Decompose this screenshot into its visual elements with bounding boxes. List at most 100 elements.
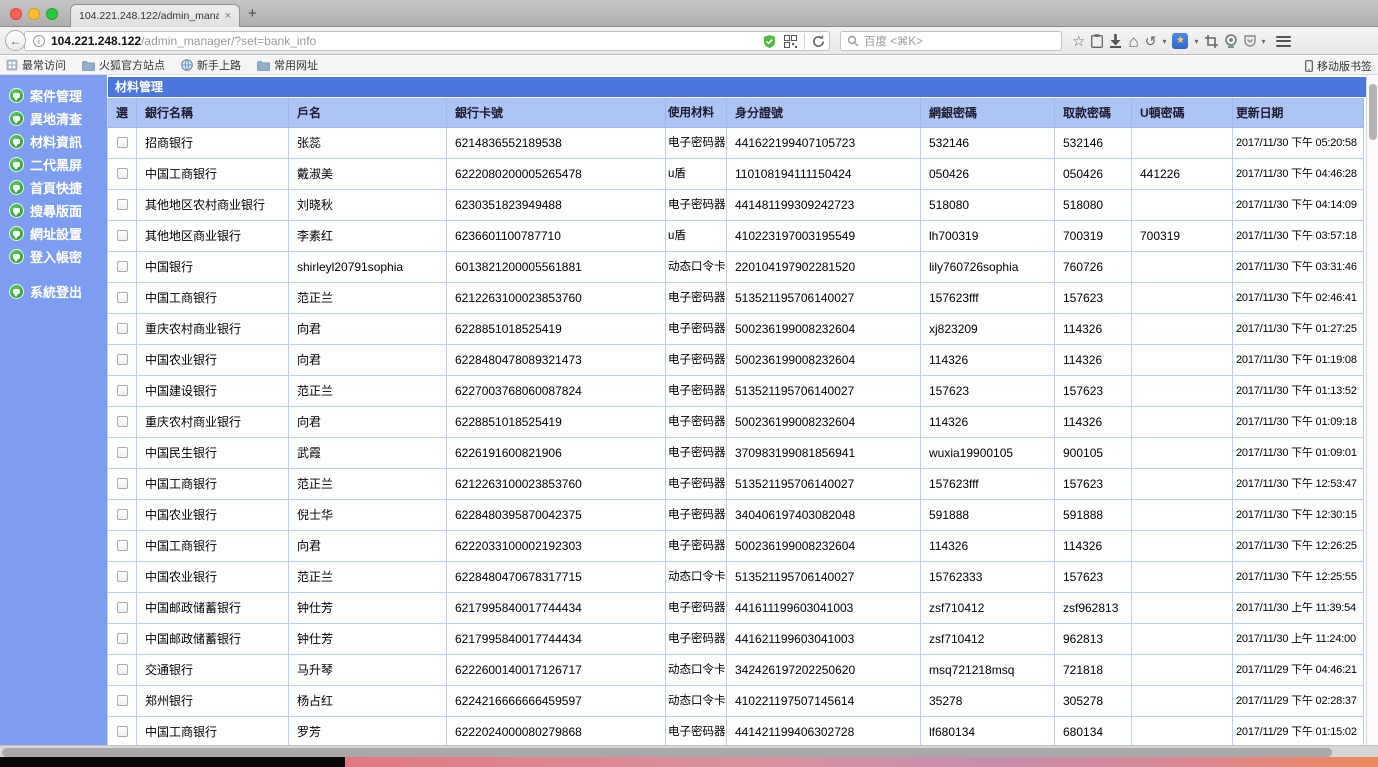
row-checkbox[interactable] (116, 664, 128, 675)
cell-ushield_pw (1132, 469, 1233, 500)
sidebar: 案件管理異地清查材料資訊 二代黑屏 首頁快捷 搜尋版面網址設置登入帳密系統登出 (0, 75, 107, 757)
bookmark-item[interactable]: 火狐官方站点 (82, 57, 165, 73)
cell-material: 电子密码器 (666, 376, 727, 407)
sidebar-logout[interactable]: 系統登出 (0, 280, 107, 303)
bookmark-label: 常用网址 (274, 60, 318, 72)
sidebar-item-label: 異地清查 (30, 112, 83, 127)
row-checkbox[interactable] (116, 354, 128, 365)
back-button[interactable]: ← (5, 30, 26, 51)
new-tab-button[interactable]: + (248, 5, 257, 22)
cell-bank: 中国邮政储蓄银行 (137, 624, 289, 655)
tab-close-icon[interactable]: × (225, 10, 231, 22)
bookmark-star-icon[interactable]: ☆ (1072, 34, 1085, 49)
cell-ushield_pw (1132, 500, 1233, 531)
window-minimize-button[interactable] (28, 8, 40, 20)
cell-net_pw: zsf710412 (921, 593, 1055, 624)
cell-updated: 2017/11/30 下午 03:31:46 (1233, 252, 1364, 283)
sidebar-item-5[interactable]: 首頁快捷 (0, 176, 107, 199)
column-header: 選 (107, 98, 137, 128)
sidebar-item-1[interactable]: 案件管理 (0, 84, 107, 107)
cell-card: 6228480478089321473 (447, 345, 666, 376)
pocket-icon[interactable] (1243, 35, 1256, 47)
cell-updated: 2017/11/29 下午 02:28:37 (1233, 686, 1364, 717)
row-checkbox[interactable] (116, 695, 128, 706)
sidebar-item-3[interactable]: 材料資訊 (0, 130, 107, 153)
home-icon[interactable]: ⌂ (1128, 33, 1138, 50)
row-checkbox[interactable] (116, 261, 128, 272)
bookmark-item[interactable]: 最常访问 (6, 57, 66, 73)
shield-extension-icon[interactable] (762, 34, 777, 49)
row-checkbox[interactable] (116, 416, 128, 427)
cell-draw_pw: 157623 (1055, 376, 1132, 407)
row-checkbox[interactable] (116, 230, 128, 241)
folder-icon (82, 60, 95, 71)
sidebar-item-2[interactable]: 異地清查 (0, 107, 107, 130)
row-checkbox[interactable] (116, 633, 128, 644)
mobile-bookmarks-item[interactable]: 移动版书签 (1305, 56, 1372, 75)
checkbox-cell (107, 438, 137, 469)
cell-id_no: 513521195706140027 (727, 376, 921, 407)
cell-draw_pw: 962813 (1055, 624, 1132, 655)
cell-holder: 范正兰 (289, 562, 447, 593)
cell-material: 电子密码器 (666, 190, 727, 221)
webcam-icon[interactable] (1224, 34, 1238, 48)
browser-tab[interactable]: 104.221.248.122/admin_manager × (70, 4, 240, 27)
menu-hamburger-icon[interactable] (1275, 35, 1291, 47)
row-checkbox[interactable] (116, 168, 128, 179)
row-checkbox[interactable] (116, 726, 128, 737)
cell-holder: 张蕊 (289, 128, 447, 159)
cell-holder: 向君 (289, 345, 447, 376)
cell-id_no: 220104197902281520 (727, 252, 921, 283)
row-checkbox[interactable] (116, 602, 128, 613)
browser-window: 104.221.248.122/admin_manager × + ← i 10… (0, 0, 1378, 767)
vertical-scrollbar[interactable] (1366, 75, 1378, 745)
proxy-extension-icon[interactable] (784, 34, 797, 48)
reload-icon[interactable] (812, 34, 825, 48)
row-checkbox[interactable] (116, 199, 128, 210)
overflow-caret-icon[interactable]: ▾ (1262, 37, 1266, 46)
cell-card: 6222080200005265478 (447, 159, 666, 190)
sync-history-icon[interactable]: ↺ (1145, 34, 1157, 48)
sync-history-caret-icon[interactable]: ▾ (1162, 37, 1166, 46)
comment-bubble-icon (9, 284, 24, 299)
search-input[interactable]: 百度 <⌘K> (840, 31, 1062, 51)
sidebar-item-8[interactable]: 登入帳密 (0, 245, 107, 268)
window-close-button[interactable] (10, 8, 22, 20)
sidebar-item-6[interactable]: 搜尋版面 (0, 199, 107, 222)
sidebar-item-4[interactable]: 二代黑屏 (0, 153, 107, 176)
downloads-icon[interactable] (1109, 34, 1122, 48)
bookmarks-bar: 最常访问 火狐官方站点 新手上路 常用网址 移动版书签 (0, 56, 1378, 75)
row-checkbox[interactable] (116, 292, 128, 303)
row-checkbox[interactable] (116, 385, 128, 396)
row-checkbox[interactable] (116, 323, 128, 334)
cell-draw_pw: 900105 (1055, 438, 1132, 469)
sidebar-item-label: 網址設置 (30, 227, 83, 242)
horizontal-scrollbar-thumb[interactable] (2, 747, 1332, 757)
row-checkbox[interactable] (116, 447, 128, 458)
cell-net_pw: 157623fff (921, 283, 1055, 314)
reading-list-icon[interactable] (1091, 34, 1104, 48)
page-info-icon[interactable]: i (33, 35, 45, 47)
bookmark-item[interactable]: 常用网址 (257, 57, 318, 73)
sidebar-item-7[interactable]: 網址設置 (0, 222, 107, 245)
window-zoom-button[interactable] (46, 8, 58, 20)
bookmarks-menu-icon[interactable]: ★ (1172, 33, 1189, 49)
cell-card: 6222024000080279868 (447, 717, 666, 748)
row-checkbox[interactable] (116, 137, 128, 148)
cell-bank: 招商银行 (137, 128, 289, 159)
screenshot-crop-icon[interactable] (1204, 34, 1218, 48)
cell-net_pw: xj823209 (921, 314, 1055, 345)
cell-updated: 2017/11/30 下午 02:46:41 (1233, 283, 1364, 314)
horizontal-scrollbar[interactable] (0, 745, 1378, 757)
row-checkbox[interactable] (116, 571, 128, 582)
bookmarks-caret-icon[interactable]: ▾ (1194, 37, 1198, 46)
bookmark-item[interactable]: 新手上路 (181, 57, 241, 73)
url-bar[interactable]: i 104.221.248.122/admin_manager/?set=ban… (24, 31, 830, 51)
sidebar-item-label: 登入帳密 (30, 250, 83, 265)
row-checkbox[interactable] (116, 478, 128, 489)
vertical-scrollbar-thumb[interactable] (1369, 84, 1377, 140)
cell-id_no: 441622199407105723 (727, 128, 921, 159)
row-checkbox[interactable] (116, 509, 128, 520)
globe-icon (181, 59, 193, 71)
row-checkbox[interactable] (116, 540, 128, 551)
